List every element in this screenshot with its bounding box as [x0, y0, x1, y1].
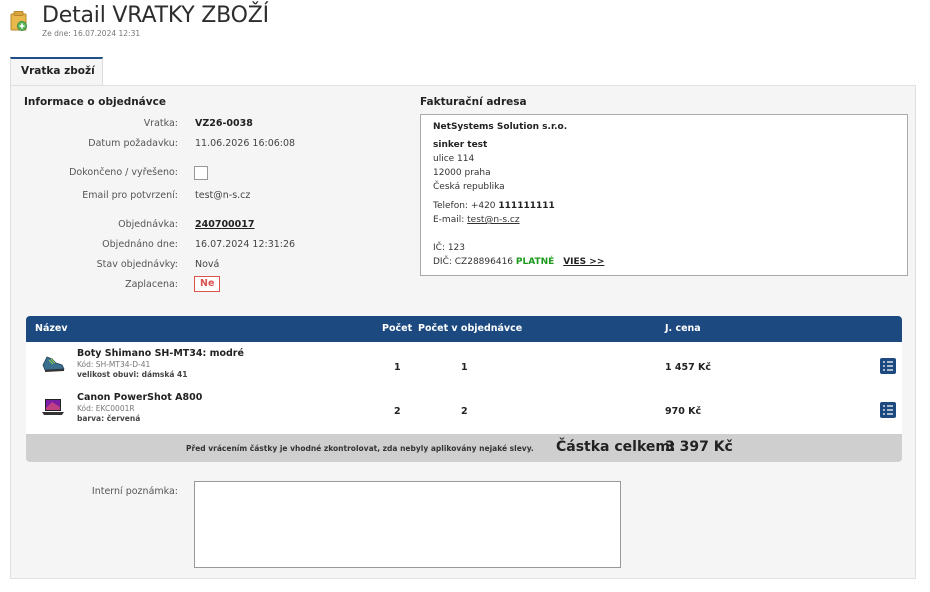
row-unit-price: 970 Kč — [665, 406, 702, 417]
product-variant: barva: červená — [77, 414, 141, 423]
billing-email: E-mail: test@n-s.cz — [433, 215, 520, 225]
row-count: 1 — [394, 362, 401, 373]
vratka-label: Vratka: — [143, 118, 178, 129]
internal-note-textarea[interactable] — [194, 481, 621, 568]
table-row: Boty Shimano SH-MT34: modré Kód: SH-MT34… — [26, 344, 902, 384]
col-count: Počet — [382, 323, 413, 334]
paid-status-badge: Ne — [194, 276, 221, 292]
product-variant: velikost obuvi: dámská 41 — [77, 370, 188, 379]
order-status-label: Stav objednávky: — [96, 259, 178, 270]
billing-address-box: NetSystems Solution s.r.o. sinker test u… — [420, 114, 908, 276]
request-date-label: Datum požadavku: — [88, 138, 178, 149]
product-code: Kód: SH-MT34-D-41 — [77, 360, 151, 369]
col-count-in-order: Počet v objednávce — [418, 323, 523, 334]
order-label: Objednávka: — [118, 219, 178, 230]
items-table-header: Název Počet Počet v objednávce J. cena — [26, 316, 902, 342]
total-label: Částka celkem: — [556, 439, 676, 455]
col-name: Název — [35, 323, 68, 334]
vies-link[interactable]: VIES >> — [563, 257, 604, 267]
page-subtitle-date: Ze dne: 16.07.2024 12:31 — [42, 29, 141, 38]
row-count-in-order: 2 — [461, 406, 468, 417]
vratka-value: VZ26-0038 — [195, 118, 253, 129]
billing-city: 12000 praha — [433, 168, 491, 178]
resolved-label: Dokončeno / vyřešeno: — [69, 167, 178, 178]
billing-country: Česká republika — [433, 182, 505, 192]
discount-check-note: Před vrácením částky je vhodné zkontrolo… — [186, 444, 534, 453]
tab-vratka-zbozi[interactable]: Vratka zboží — [10, 57, 103, 85]
ordered-date-value: 16.07.2024 12:31:26 — [195, 239, 296, 250]
billing-company: NetSystems Solution s.r.o. — [433, 122, 568, 132]
order-link[interactable]: 240700017 — [195, 219, 255, 230]
row-count: 2 — [394, 406, 401, 417]
billing-phone: Telefon: +420 111111111 — [433, 201, 555, 211]
return-goods-icon — [10, 11, 27, 31]
billing-street: ulice 114 — [433, 154, 475, 164]
page-title: Detail VRATKY ZBOŽÍ — [42, 3, 269, 28]
confirm-email-value: test@n-s.cz — [195, 190, 251, 201]
product-name[interactable]: Boty Shimano SH-MT34: modré — [77, 348, 244, 359]
shoe-icon — [42, 356, 65, 372]
billing-dic: DIČ: CZ28896416 PLATNÉ VIES >> — [433, 257, 605, 267]
items-table-footer: Před vrácením částky je vhodné zkontrolo… — [26, 434, 902, 462]
confirm-email-label: Email pro potvrzení: — [82, 190, 178, 201]
dic-status: PLATNÉ — [515, 257, 555, 267]
paid-label: Zaplacena: — [125, 279, 178, 290]
items-table-body: Boty Shimano SH-MT34: modré Kód: SH-MT34… — [26, 342, 902, 434]
request-date-value: 11.06.2026 16:06:08 — [195, 138, 296, 149]
product-name[interactable]: Canon PowerShot A800 — [77, 392, 202, 403]
product-code: Kód: EKC0001R — [77, 404, 135, 413]
internal-note-label: Interní poznámka: — [91, 486, 178, 497]
billing-name: sinker test — [433, 140, 488, 150]
order-info-title: Informace o objednávce — [24, 96, 166, 108]
billing-title: Fakturační adresa — [420, 96, 527, 108]
resolved-checkbox[interactable] — [194, 166, 208, 180]
col-unit-price: J. cena — [665, 323, 701, 334]
checklist-icon[interactable] — [880, 402, 896, 418]
checklist-icon[interactable] — [880, 358, 896, 374]
table-row: Canon PowerShot A800 Kód: EKC0001R barva… — [26, 388, 902, 428]
order-status-value: Nová — [195, 259, 220, 270]
row-unit-price: 1 457 Kč — [665, 362, 712, 373]
billing-ic: IČ: 123 — [433, 243, 466, 253]
billing-email-link[interactable]: test@n-s.cz — [467, 215, 519, 225]
total-value: 3 397 Kč — [665, 439, 733, 455]
ordered-date-label: Objednáno dne: — [102, 239, 178, 250]
laptop-icon — [42, 399, 64, 415]
row-count-in-order: 1 — [461, 362, 468, 373]
